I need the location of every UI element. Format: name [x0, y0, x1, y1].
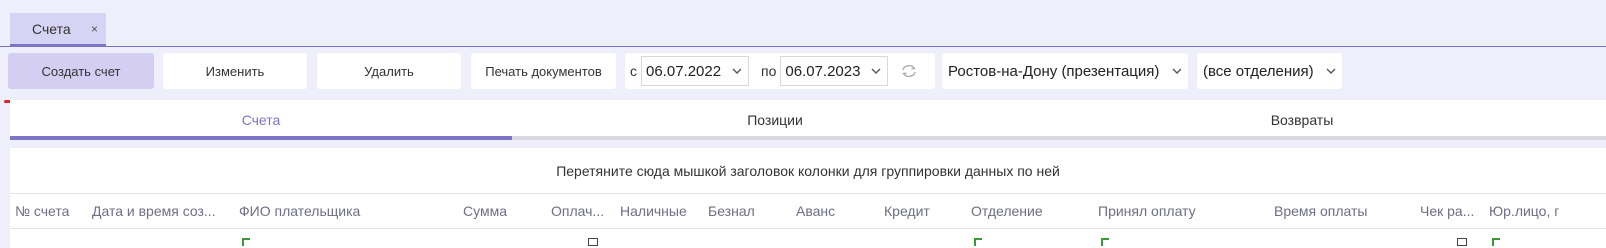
tab-accounts[interactable]: Счета ×: [10, 13, 106, 46]
subtab-active-indicator: [10, 136, 512, 140]
date-from-value: 06.07.2022: [646, 62, 722, 80]
date-to-label: по: [761, 63, 777, 79]
chevron-down-icon[interactable]: [871, 66, 881, 76]
checkbox[interactable]: [588, 238, 598, 246]
column-header-number[interactable]: № счета: [15, 194, 87, 228]
delete-button[interactable]: Удалить: [317, 53, 461, 89]
chevron-down-icon[interactable]: [1172, 66, 1182, 76]
refresh-icon[interactable]: [900, 63, 918, 79]
column-header-cashless[interactable]: Безнал: [708, 194, 788, 228]
column-header-advance[interactable]: Аванс: [796, 194, 876, 228]
chevron-down-icon[interactable]: [732, 66, 742, 76]
print-documents-button[interactable]: Печать документов: [471, 53, 616, 89]
edit-button[interactable]: Изменить: [163, 53, 307, 89]
row-marker: [1101, 238, 1109, 246]
department-select[interactable]: (все отделения): [1197, 53, 1342, 89]
subtab-positions[interactable]: Позиции: [512, 100, 1038, 140]
subtab-track: [512, 136, 1606, 140]
create-invoice-button[interactable]: Создать счет: [8, 53, 154, 89]
column-header-paid[interactable]: Оплач...: [551, 194, 613, 228]
column-header-sum[interactable]: Сумма: [463, 194, 543, 228]
column-header-department[interactable]: Отделение: [971, 194, 1091, 228]
tab-label: Счета: [32, 20, 71, 37]
chevron-down-icon[interactable]: [1326, 66, 1336, 76]
city-select-value: Ростов-на-Дону (презентация): [948, 62, 1160, 80]
date-to-field[interactable]: 06.07.2023: [780, 56, 889, 86]
date-from-label: с: [630, 63, 637, 79]
subtab-invoices[interactable]: Счета: [10, 100, 512, 140]
column-header-payment-time[interactable]: Время оплаты: [1274, 194, 1414, 228]
group-drop-area[interactable]: Перетяните сюда мышкой заголовок колонки…: [10, 148, 1606, 194]
subtab-returns[interactable]: Возвраты: [1038, 100, 1566, 140]
checkbox[interactable]: [1457, 238, 1467, 246]
close-icon[interactable]: ×: [91, 22, 98, 36]
date-range-filter: с 06.07.2022 по 06.07.2023: [625, 53, 935, 89]
column-header-legal-entity[interactable]: Юр.лицо, г: [1489, 194, 1606, 228]
header-divider: [10, 228, 1606, 229]
column-header-accepted-by[interactable]: Принял оплату: [1098, 194, 1268, 228]
column-header-cash[interactable]: Наличные: [620, 194, 702, 228]
row-marker: [1492, 238, 1500, 246]
column-header-credit[interactable]: Кредит: [884, 194, 964, 228]
city-select[interactable]: Ростов-на-Дону (презентация): [942, 53, 1188, 89]
row-marker: [242, 238, 250, 246]
department-select-value: (все отделения): [1203, 62, 1314, 80]
row-marker: [974, 238, 982, 246]
tab-divider: [0, 46, 1606, 47]
date-to-value: 06.07.2023: [785, 62, 861, 80]
column-header-payer[interactable]: ФИО плательщика: [239, 194, 459, 228]
subtab-strip: Счета Позиции Возвраты: [10, 100, 1606, 140]
invoices-grid: Перетяните сюда мышкой заголовок колонки…: [10, 148, 1606, 248]
column-header-receipt[interactable]: Чек ра...: [1420, 194, 1482, 228]
column-header-created[interactable]: Дата и время соз...: [92, 194, 234, 228]
date-from-field[interactable]: 06.07.2022: [641, 56, 749, 86]
